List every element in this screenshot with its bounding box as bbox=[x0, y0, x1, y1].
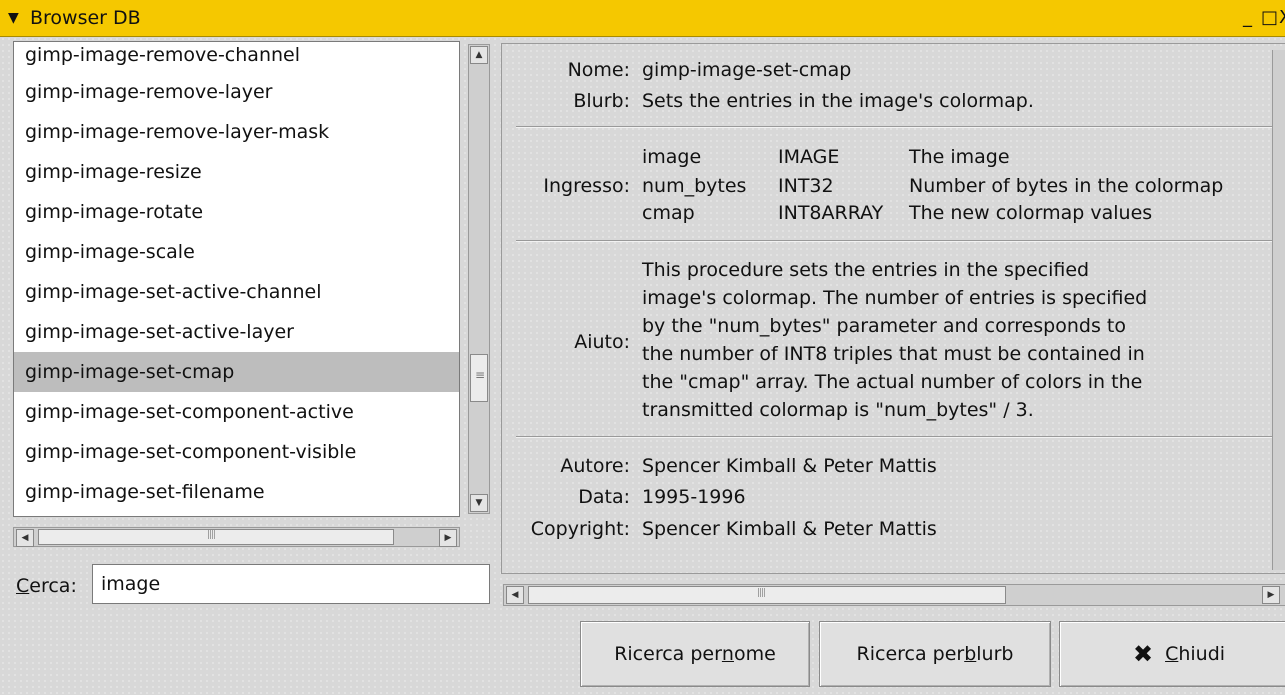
list-horizontal-scrollbar[interactable]: ◀ ▶ bbox=[13, 527, 460, 547]
param-name: image bbox=[642, 146, 702, 168]
param-name: num_bytes bbox=[642, 175, 747, 197]
scroll-right-icon[interactable]: ▶ bbox=[1262, 586, 1280, 604]
search-by-blurb-button[interactable]: Ricerca per b lurb bbox=[819, 621, 1051, 687]
close-icon: ✖ bbox=[1132, 640, 1154, 668]
scroll-up-icon[interactable]: ▲ bbox=[470, 46, 488, 64]
name-value: gimp-image-set-cmap bbox=[642, 59, 852, 81]
author-label: Autore: bbox=[560, 455, 630, 477]
scroll-left-icon[interactable]: ◀ bbox=[16, 529, 34, 547]
copyright-label: Copyright: bbox=[530, 518, 630, 540]
list-scroll-thumb[interactable] bbox=[470, 354, 488, 402]
procedure-details-panel: Nome: gimp-image-set-cmap Blurb: Sets th… bbox=[501, 43, 1285, 574]
list-item[interactable]: gimp-image-remove-channel bbox=[14, 42, 459, 72]
title-bar[interactable]: ▼ Browser DB _ □ X bbox=[0, 0, 1285, 37]
param-desc: The image bbox=[909, 146, 1010, 168]
list-item[interactable]: gimp-image-scale bbox=[14, 232, 459, 272]
help-text-line: the "cmap" array. The actual number of c… bbox=[642, 371, 1143, 393]
help-text-line: by the "num_bytes" parameter and corresp… bbox=[642, 315, 1126, 337]
param-type: INT32 bbox=[778, 175, 834, 197]
author-value: Spencer Kimball & Peter Mattis bbox=[642, 455, 937, 477]
param-type: IMAGE bbox=[778, 146, 840, 168]
list-item[interactable]: gimp-image-resize bbox=[14, 152, 459, 192]
list-hscroll-thumb[interactable] bbox=[38, 529, 394, 545]
button-label-mnemonic: C bbox=[1165, 643, 1179, 665]
date-label: Data: bbox=[578, 486, 630, 508]
list-item-selected[interactable]: gimp-image-set-cmap bbox=[14, 352, 459, 392]
param-name: cmap bbox=[642, 202, 695, 224]
blurb-value: Sets the entries in the image's colormap… bbox=[642, 90, 1034, 112]
maximize-icon[interactable]: □ bbox=[1261, 7, 1278, 28]
separator bbox=[516, 126, 1285, 128]
button-label: hiudi bbox=[1178, 643, 1226, 665]
param-desc: Number of bytes in the colormap bbox=[909, 175, 1224, 197]
list-item[interactable]: gimp-image-set-filename bbox=[14, 472, 459, 512]
help-text-line: the number of INT8 triples that must be … bbox=[642, 343, 1145, 365]
search-label: Cerca: bbox=[16, 575, 77, 597]
list-item[interactable]: gimp-image-set-component-active bbox=[14, 392, 459, 432]
scroll-down-icon[interactable]: ▼ bbox=[470, 494, 488, 512]
button-label-mnemonic: b bbox=[964, 643, 977, 665]
window-menu-arrow-icon[interactable]: ▼ bbox=[8, 10, 26, 26]
close-window-icon[interactable]: X bbox=[1279, 7, 1285, 28]
help-text-line: image's colormap. The number of entries … bbox=[642, 287, 1148, 309]
button-label-mnemonic: n bbox=[721, 643, 734, 665]
list-item[interactable]: gimp-image-rotate bbox=[14, 192, 459, 232]
browser-db-window: ▼ Browser DB _ □ X gimp-image-remove-cha… bbox=[0, 0, 1285, 695]
search-by-name-button[interactable]: Ricerca per n ome bbox=[580, 621, 810, 687]
close-button[interactable]: ✖ Chiudi bbox=[1059, 621, 1285, 687]
list-item[interactable]: gimp-image-set-active-channel bbox=[14, 272, 459, 312]
copyright-value: Spencer Kimball & Peter Mattis bbox=[642, 518, 937, 540]
name-label: Nome: bbox=[567, 59, 630, 81]
list-item[interactable]: gimp-image-remove-layer-mask bbox=[14, 112, 459, 152]
list-item[interactable]: gimp-image-set-component-visible bbox=[14, 432, 459, 472]
scroll-left-icon[interactable]: ◀ bbox=[506, 586, 524, 604]
button-label: lurb bbox=[976, 643, 1014, 665]
list-item[interactable]: gimp-image-set-active-layer bbox=[14, 312, 459, 352]
help-label: Aiuto: bbox=[574, 331, 630, 353]
param-type: INT8ARRAY bbox=[778, 202, 884, 224]
details-hscroll-thumb[interactable] bbox=[528, 586, 1006, 604]
scroll-right-icon[interactable]: ▶ bbox=[439, 529, 457, 547]
button-label: ome bbox=[733, 643, 776, 665]
window-title: Browser DB bbox=[30, 7, 141, 29]
separator bbox=[516, 240, 1285, 242]
date-value: 1995-1996 bbox=[642, 486, 746, 508]
details-horizontal-scrollbar[interactable]: ◀ ▶ bbox=[503, 584, 1285, 606]
blurb-label: Blurb: bbox=[573, 90, 630, 112]
param-desc: The new colormap values bbox=[909, 202, 1153, 224]
search-input[interactable] bbox=[92, 564, 490, 604]
help-text-line: This procedure sets the entries in the s… bbox=[642, 259, 1090, 281]
details-vertical-scrollbar[interactable] bbox=[1272, 50, 1285, 570]
list-item[interactable]: gimp-image-remove-layer bbox=[14, 72, 459, 112]
help-text-line: transmitted colormap is "num_bytes" / 3. bbox=[642, 399, 1034, 421]
separator bbox=[516, 436, 1285, 438]
list-vertical-scrollbar[interactable]: ▲ ▼ bbox=[468, 44, 490, 514]
button-label: Ricerca per bbox=[856, 643, 965, 665]
minimize-icon[interactable]: _ bbox=[1243, 7, 1252, 28]
input-label: Ingresso: bbox=[543, 175, 630, 197]
button-label: Ricerca per bbox=[614, 643, 722, 665]
procedure-list[interactable]: gimp-image-remove-channel gimp-image-rem… bbox=[13, 41, 460, 517]
